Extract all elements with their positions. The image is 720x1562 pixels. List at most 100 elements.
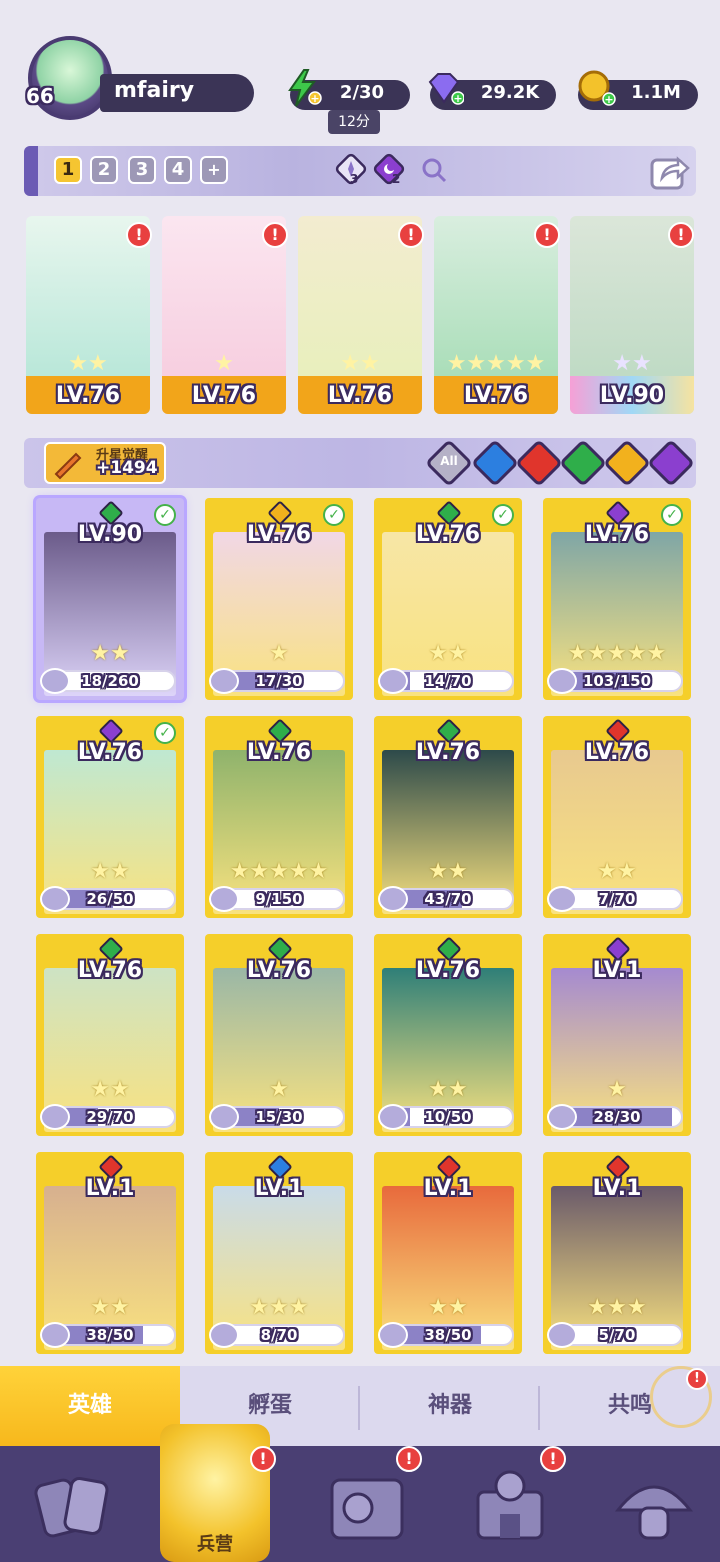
hero-stars: ★★ [428, 641, 468, 666]
hero-stars: ★★★★★ [567, 641, 667, 666]
hero-stars: ★★ [428, 859, 468, 884]
hero-level: LV.76 [415, 740, 481, 765]
awaken-value: +1494 [96, 458, 158, 478]
shard-icon [209, 668, 239, 694]
nav-barracks-label: 兵营 [197, 1534, 233, 1555]
hero-level: LV.1 [85, 1176, 135, 1201]
hero-stars: ★★ [597, 859, 637, 884]
hero-level: LV.76 [77, 958, 143, 983]
hero-card[interactable]: LV.76 ★★★★★ 103/150 ✓ [543, 498, 691, 700]
hero-card[interactable]: LV.76 ★★ 43/70 [374, 716, 522, 918]
shard-icon [378, 1322, 408, 1348]
team-card-stars: ★★ [68, 351, 108, 376]
team-card-stars: ★ [214, 351, 234, 376]
alert-icon: ! [250, 1446, 276, 1472]
shard-icon [547, 1322, 577, 1348]
tab-artifact[interactable]: 神器 [360, 1366, 540, 1446]
hero-level: LV.76 [246, 740, 312, 765]
alert-icon: ! [126, 222, 152, 248]
dark-count: 2 [392, 172, 401, 186]
hero-card[interactable]: LV.76 ★★ 26/50 ✓ [36, 716, 184, 918]
team-card-level: LV.90 [599, 383, 665, 408]
shard-icon [209, 1104, 239, 1130]
check-icon: ✓ [492, 504, 514, 526]
hero-card[interactable]: LV.1 ★★ 38/50 [374, 1152, 522, 1354]
cards-icon[interactable] [26, 1462, 122, 1552]
alert-icon: ! [534, 222, 560, 248]
team-card-level: LV.76 [55, 383, 121, 408]
shard-icon [40, 886, 70, 912]
hero-card[interactable]: LV.76 ★★★★★ 9/150 [205, 716, 353, 918]
alert-icon: ! [540, 1446, 566, 1472]
hero-card[interactable]: LV.1 ★★★ 8/70 [205, 1152, 353, 1354]
team-tab-2[interactable]: 2 [90, 156, 118, 184]
hero-stars: ★★ [90, 1077, 130, 1102]
hero-card[interactable]: LV.76 ★ 15/30 [205, 934, 353, 1136]
hero-card[interactable]: LV.76 ★★ 10/50 [374, 934, 522, 1136]
shard-icon [547, 668, 577, 694]
hero-level: LV.1 [423, 1176, 473, 1201]
shard-icon [547, 1104, 577, 1130]
hero-stars: ★ [607, 1077, 627, 1102]
share-icon[interactable] [648, 150, 690, 192]
hero-level: LV.76 [246, 958, 312, 983]
shard-icon [378, 1104, 408, 1130]
shard-icon [40, 668, 70, 694]
hero-level: LV.1 [254, 1176, 304, 1201]
hero-stars: ★★★ [249, 1295, 309, 1320]
hero-card[interactable]: LV.1 ★ 28/30 [543, 934, 691, 1136]
dark-element-icon [373, 153, 405, 185]
hero-card[interactable]: LV.90 ★★ 18/260 ✓ [36, 498, 184, 700]
hero-card[interactable]: LV.76 ★★ 29/70 [36, 934, 184, 1136]
team-card-level: LV.76 [463, 383, 529, 408]
hero-card[interactable]: LV.76 ★ 17/30 ✓ [205, 498, 353, 700]
hero-stars: ★★ [428, 1295, 468, 1320]
team-card-level: LV.76 [327, 383, 393, 408]
hero-stars: ★ [269, 641, 289, 666]
svg-text:+: + [604, 93, 613, 106]
team-tab-1[interactable]: 1 [54, 156, 82, 184]
map-book-icon[interactable] [318, 1462, 414, 1552]
svg-text:+: + [310, 92, 319, 105]
hero-stars: ★★★ [587, 1295, 647, 1320]
mushroom-icon[interactable] [606, 1462, 702, 1552]
light-count: 3 [350, 172, 359, 186]
shard-icon [547, 886, 577, 912]
hero-level: LV.76 [415, 958, 481, 983]
energy-value: 2/30 [339, 82, 385, 103]
hero-level: LV.1 [592, 958, 642, 983]
team-add-button[interactable]: + [200, 156, 228, 184]
hero-card[interactable]: LV.76 ★★ 14/70 ✓ [374, 498, 522, 700]
lightning-icon: + [288, 69, 322, 107]
svg-text:+: + [453, 92, 462, 105]
alert-icon: ! [396, 1446, 422, 1472]
player-level: 66 [26, 84, 54, 108]
sword-icon [54, 452, 82, 480]
hero-level: LV.1 [592, 1176, 642, 1201]
team-tab-4[interactable]: 4 [164, 156, 192, 184]
hero-card[interactable]: LV.1 ★★★ 5/70 [543, 1152, 691, 1354]
shard-icon [40, 1322, 70, 1348]
hero-stars: ★★ [90, 1295, 130, 1320]
check-icon: ✓ [154, 722, 176, 744]
check-icon: ✓ [154, 504, 176, 526]
team-tab-3[interactable]: 3 [128, 156, 156, 184]
tab-heroes[interactable]: 英雄 [0, 1366, 180, 1446]
coins-value: 1.1M [631, 82, 681, 103]
shard-icon [378, 668, 408, 694]
hero-stars: ★★ [428, 1077, 468, 1102]
shard-icon [209, 886, 239, 912]
player-name: mfairy [114, 78, 195, 103]
shop-icon[interactable] [462, 1462, 558, 1552]
check-icon: ✓ [323, 504, 345, 526]
filter-all-label: All [440, 454, 458, 468]
hero-stars: ★★ [90, 859, 130, 884]
hero-card[interactable]: LV.1 ★★ 38/50 [36, 1152, 184, 1354]
coin-icon: + [578, 70, 616, 106]
hero-stars: ★★★★★ [229, 859, 329, 884]
check-icon: ✓ [661, 504, 683, 526]
alert-icon: ! [668, 222, 694, 248]
hero-card[interactable]: LV.76 ★★ 7/70 [543, 716, 691, 918]
search-icon[interactable] [420, 156, 448, 184]
alert-icon: ! [262, 222, 288, 248]
